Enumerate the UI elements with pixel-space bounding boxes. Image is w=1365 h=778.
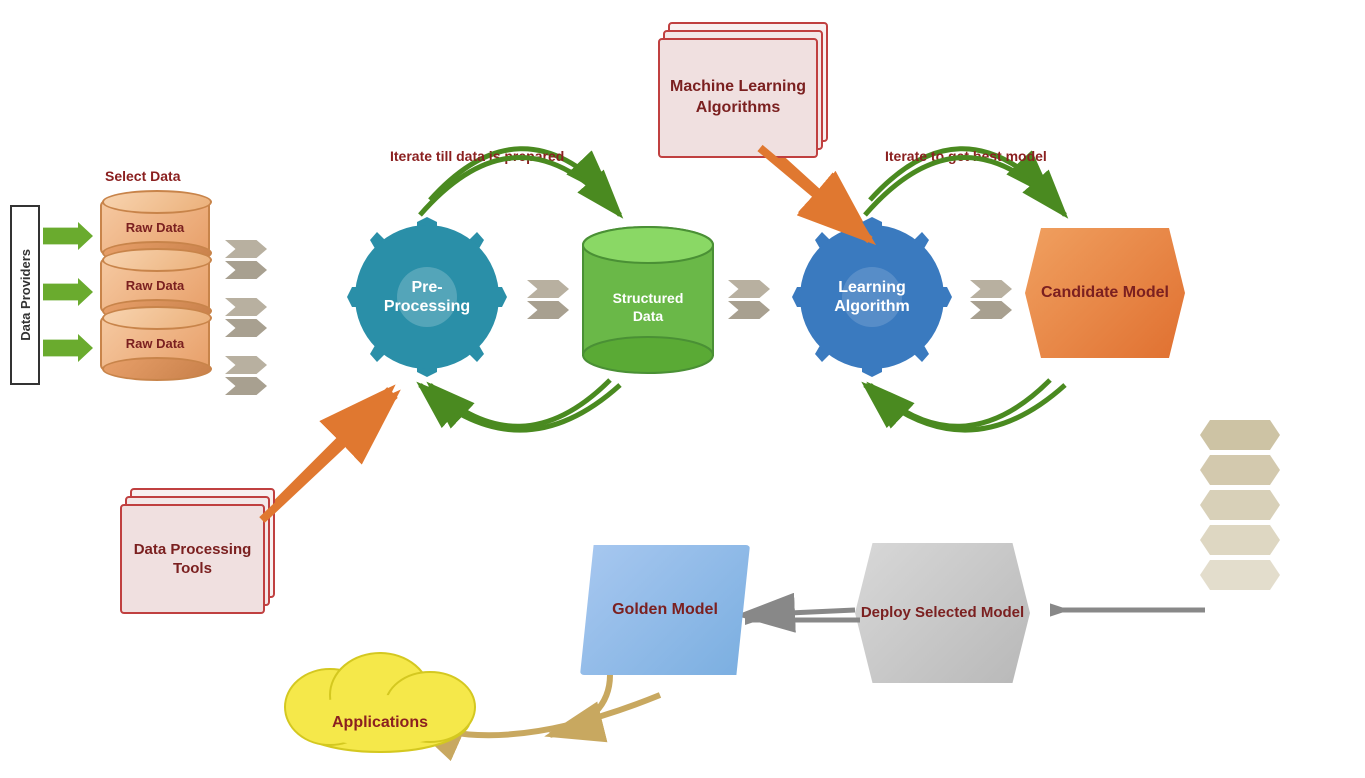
- iterate-model-annotation: Iterate to get best model: [885, 148, 1047, 164]
- raw-data-cylinder-1: Raw Data: [100, 200, 210, 255]
- ml-workflow-diagram: Data Providers Raw Data Raw Data Raw Dat…: [0, 0, 1365, 778]
- applications-cloud: Applications: [270, 645, 490, 755]
- raw-data-cylinder-2: Raw Data: [100, 258, 210, 313]
- structured-data-container: Structured Data: [578, 215, 718, 385]
- cascade-chevrons-svg: [1200, 420, 1280, 600]
- svg-text:Pre-: Pre-: [411, 279, 442, 296]
- svg-text:Structured: Structured: [613, 290, 684, 306]
- gray-chevron-group-1: [225, 240, 267, 279]
- raw-data-label-2: Raw Data: [126, 278, 185, 293]
- structured-data-svg: Structured Data: [578, 215, 718, 385]
- svg-text:Processing: Processing: [384, 298, 470, 315]
- cascade-chevrons-right: [1200, 420, 1280, 600]
- select-data-annotation: Select Data: [105, 168, 180, 184]
- golden-model: Golden Model: [580, 545, 750, 675]
- deploy-selected-model[interactable]: Deploy Selected Model: [855, 543, 1030, 683]
- green-arrow-1: [43, 222, 93, 250]
- golden-to-app-arrow-svg: [530, 670, 690, 750]
- preprocessing-gear-svg: Pre- Processing: [340, 210, 515, 385]
- gray-chevron-post-preprocessing: [527, 280, 569, 319]
- gray-chevron-post-structured: [728, 280, 770, 319]
- applications-cloud-svg: Applications: [270, 645, 490, 755]
- paper-label: Data Processing Tools: [120, 504, 265, 614]
- raw-data-label-3: Raw Data: [126, 336, 185, 351]
- candidate-model: Candidate Model: [1025, 228, 1185, 358]
- data-providers-box: Data Providers: [10, 205, 40, 385]
- green-arrow-2: [43, 278, 93, 306]
- ml-paper-label: Machine Learning Algorithms: [658, 38, 818, 158]
- svg-text:Algorithm: Algorithm: [834, 298, 910, 315]
- deploy-model-label: Deploy Selected Model: [861, 603, 1024, 623]
- gray-chevron-group-3: [225, 356, 267, 395]
- svg-text:Learning: Learning: [838, 279, 906, 296]
- data-providers-label: Data Providers: [18, 249, 33, 341]
- gray-chevron-group-2: [225, 298, 267, 337]
- svg-text:Applications: Applications: [332, 714, 428, 731]
- green-arrow-3: [43, 334, 93, 362]
- raw-data-label-1: Raw Data: [126, 220, 185, 235]
- preprocessing-gear: Pre- Processing: [340, 210, 515, 385]
- svg-text:Data: Data: [633, 308, 664, 324]
- deploy-arrow-svg: [1050, 590, 1210, 630]
- raw-data-cylinder-3: Raw Data: [100, 316, 210, 371]
- golden-model-label: Golden Model: [612, 600, 718, 621]
- iterate-data-annotation: Iterate till data is prepared: [390, 148, 564, 164]
- deploy-to-golden-arrow-svg: [745, 605, 865, 635]
- learning-algorithm-gear-svg: Learning Algorithm: [785, 210, 960, 385]
- learning-algorithm-gear: Learning Algorithm: [785, 210, 960, 385]
- candidate-model-label: Candidate Model: [1041, 283, 1169, 304]
- gray-chevron-post-learning: [970, 280, 1012, 319]
